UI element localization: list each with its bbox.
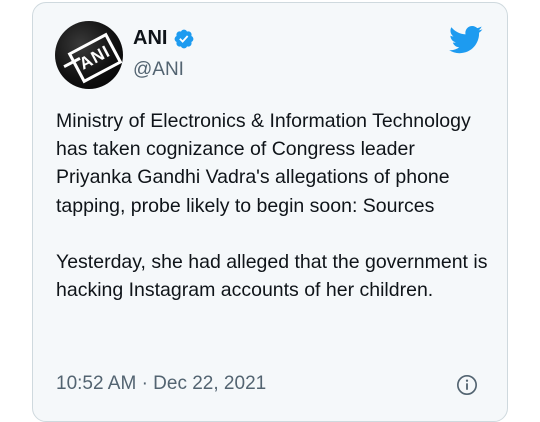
twitter-bird-icon[interactable] bbox=[449, 25, 483, 55]
avatar[interactable]: ANI bbox=[55, 21, 123, 89]
tweet-paragraph: Ministry of Electronics & Information Te… bbox=[56, 110, 471, 217]
tweet-timestamp[interactable]: 10:52 AM · Dec 22, 2021 bbox=[56, 373, 266, 395]
author-handle[interactable]: @ANI bbox=[133, 59, 184, 81]
tweet-body: Ministry of Electronics & Information Te… bbox=[56, 107, 496, 304]
author-name-row: ANI bbox=[133, 27, 195, 50]
tweet-paragraph: Yesterday, she had alleged that the gove… bbox=[56, 250, 488, 302]
author-display-name[interactable]: ANI bbox=[133, 27, 167, 50]
tweet-time: 10:52 AM bbox=[56, 373, 137, 394]
tweet-card[interactable]: ANI ANI @ANI Ministry of Electronics & I… bbox=[32, 2, 508, 422]
meta-separator: · bbox=[141, 373, 148, 394]
info-icon[interactable] bbox=[456, 374, 478, 396]
verified-badge-icon bbox=[175, 29, 194, 48]
tweet-date: Dec 22, 2021 bbox=[153, 373, 267, 394]
